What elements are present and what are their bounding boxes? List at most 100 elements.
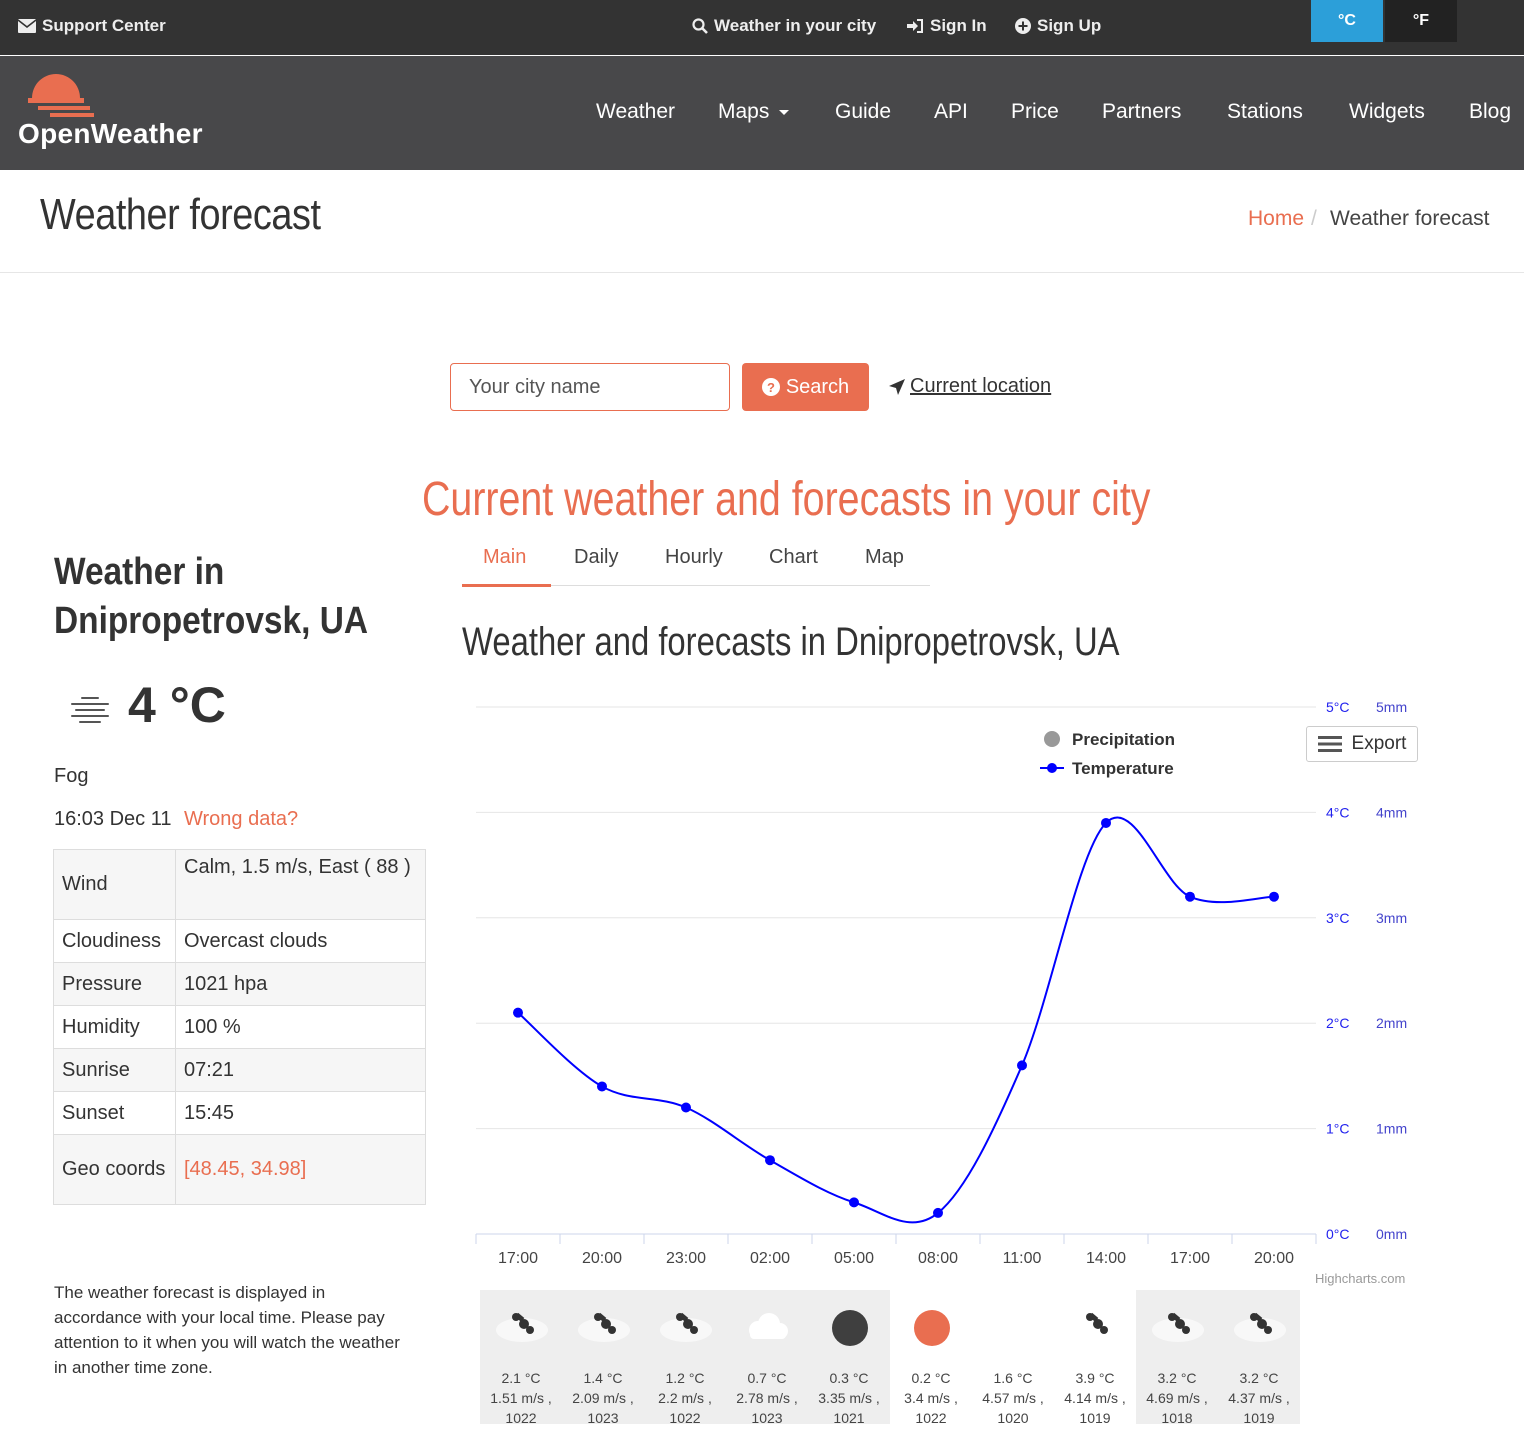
table-row: Geo coords [48.45, 34.98] xyxy=(53,1134,426,1205)
row-label: Sunrise xyxy=(53,1048,176,1092)
export-label: Export xyxy=(1351,733,1407,754)
nav-partners[interactable]: Partners xyxy=(1102,100,1181,124)
export-button[interactable]: Export xyxy=(1306,726,1418,762)
row-value: 15:45 xyxy=(175,1091,426,1135)
openweather-logo-icon[interactable] xyxy=(28,70,98,122)
caret-down-icon xyxy=(779,109,790,115)
table-row: Sunrise 07:21 xyxy=(53,1048,426,1092)
forecast-cell-temp: 1.4 °C xyxy=(583,1370,623,1386)
tab-map[interactable]: Map xyxy=(865,546,904,569)
forecast-cell-temp: 0.7 °C xyxy=(747,1370,787,1386)
search-button-label: Search xyxy=(785,375,850,398)
forecast-cell-temp: 0.2 °C xyxy=(911,1370,951,1386)
unit-celsius-button[interactable]: °C xyxy=(1311,0,1383,42)
nav-maps-label: Maps xyxy=(718,100,770,123)
breadcrumb-home[interactable]: Home xyxy=(1248,207,1304,231)
nav-api[interactable]: API xyxy=(934,100,968,124)
snow-icon xyxy=(1136,1290,1218,1363)
forecast-cell-wind: 4.37 m/s , xyxy=(1228,1390,1290,1406)
forecast-cell-pressure: 1019 xyxy=(1079,1410,1111,1426)
forecast-cell-wind: 1.51 m/s , xyxy=(490,1390,552,1406)
nav-widgets[interactable]: Widgets xyxy=(1349,100,1425,124)
nav-maps[interactable]: Maps xyxy=(718,100,790,124)
logo-text[interactable]: OpenWeather xyxy=(18,118,203,150)
row-label: Humidity xyxy=(53,1005,176,1049)
tab-daily[interactable]: Daily xyxy=(574,546,618,569)
support-center-link[interactable]: Support Center xyxy=(18,16,166,36)
x-tick-label: 11:00 xyxy=(1003,1250,1042,1267)
snow-icon xyxy=(480,1290,562,1363)
row-label: Pressure xyxy=(53,962,176,1006)
sign-up-label: Sign Up xyxy=(1037,16,1102,35)
tab-chart[interactable]: Chart xyxy=(769,546,818,569)
legend-precipitation-label: Precipitation xyxy=(1072,730,1175,749)
highcharts-credit[interactable]: Highcharts.com xyxy=(1315,1271,1405,1286)
forecast-cell-text: 3.2 °C 4.37 m/s , 1019 xyxy=(1218,1368,1300,1428)
y-tick-precip: 3mm xyxy=(1376,910,1407,926)
city-title-line2: Dnipropetrovsk, UA xyxy=(54,600,369,642)
top-bar: Support Center Weather in your city Sign… xyxy=(0,0,1524,55)
forecast-cell: 1.6 °C 4.57 m/s , 1020 xyxy=(972,1290,1054,1426)
legend-temperature-label: Temperature xyxy=(1072,759,1174,778)
forecast-cell-wind: 2.2 m/s , xyxy=(658,1390,712,1406)
y-tick-temp: 3°C xyxy=(1326,910,1350,926)
forecast-cell-pressure: 1023 xyxy=(587,1410,619,1426)
weather-in-city-link[interactable]: Weather in your city xyxy=(692,16,876,36)
y-tick-temp: 4°C xyxy=(1326,804,1350,820)
legend-temperature-symbol xyxy=(1047,763,1057,773)
city-search-input[interactable] xyxy=(450,363,730,411)
current-temperature: 4 °C xyxy=(128,677,226,733)
forecast-cell-wind: 3.35 m/s , xyxy=(818,1390,880,1406)
forecast-cell: 0.3 °C 3.35 m/s , 1021 xyxy=(808,1290,890,1426)
nav-guide[interactable]: Guide xyxy=(835,100,891,124)
current-location-link[interactable]: Current location xyxy=(888,375,1051,398)
forecast-cell-pressure: 1019 xyxy=(1243,1410,1275,1426)
temperature-line xyxy=(517,816,1275,1224)
forecast-cell: 0.2 °C 3.4 m/s , 1022 xyxy=(890,1290,972,1426)
search-button[interactable]: ? Search xyxy=(742,363,869,411)
nav-blog[interactable]: Blog xyxy=(1469,100,1511,124)
sign-in-link[interactable]: Sign In xyxy=(907,16,987,36)
forecast-cell-text: 1.6 °C 4.57 m/s , 1020 xyxy=(972,1368,1054,1428)
row-value: Overcast clouds xyxy=(175,919,426,963)
nav-price[interactable]: Price xyxy=(1011,100,1059,124)
x-tick-label: 20:00 xyxy=(582,1250,622,1267)
envelope-icon xyxy=(18,19,36,33)
forecast-cell-pressure: 1022 xyxy=(505,1410,537,1426)
forecast-cell-pressure: 1022 xyxy=(669,1410,701,1426)
cloud-icon xyxy=(972,1290,1054,1363)
forecast-cell: 3.9 °C 4.14 m/s , 1019 xyxy=(1054,1290,1136,1426)
fog-icon xyxy=(71,697,109,723)
row-label: Sunset xyxy=(53,1091,176,1135)
forecast-cell-text: 0.2 °C 3.4 m/s , 1022 xyxy=(890,1368,972,1428)
table-row: Sunset 15:45 xyxy=(53,1091,426,1135)
forecast-cell: 2.1 °C 1.51 m/s , 1022 xyxy=(480,1290,562,1426)
row-value: Calm, 1.5 m/s, East ( 88 ) xyxy=(175,849,426,920)
geo-coords-link[interactable]: [48.45, 34.98] xyxy=(175,1134,426,1205)
unit-fahrenheit-label: °F xyxy=(1412,12,1430,29)
temperature-point xyxy=(1185,891,1195,902)
timezone-note: The weather forecast is displayed in acc… xyxy=(54,1283,400,1377)
forecast-cell-wind: 2.09 m/s , xyxy=(572,1390,634,1406)
sun-icon xyxy=(890,1290,972,1363)
forecast-cell-wind: 4.69 m/s , xyxy=(1146,1390,1208,1406)
forecast-cell-temp: 0.3 °C xyxy=(829,1370,869,1386)
forecast-cell-temp: 1.2 °C xyxy=(665,1370,705,1386)
nav-stations[interactable]: Stations xyxy=(1227,100,1303,124)
forecast-title: Weather and forecasts in Dnipropetrovsk,… xyxy=(462,620,1120,664)
tab-hourly[interactable]: Hourly xyxy=(665,546,723,569)
x-tick-label: 14:00 xyxy=(1086,1250,1126,1267)
snow-icon xyxy=(562,1290,644,1363)
nav-weather[interactable]: Weather xyxy=(596,100,675,124)
city-title-line1: Weather in xyxy=(54,551,225,593)
current-location-label: Current location xyxy=(910,375,1052,397)
forecast-cell-pressure: 1023 xyxy=(751,1410,783,1426)
unit-fahrenheit-button[interactable]: °F xyxy=(1385,0,1457,42)
wrong-data-link[interactable]: Wrong data? xyxy=(184,808,298,831)
y-tick-temp: 2°C xyxy=(1326,1015,1350,1031)
sign-up-link[interactable]: Sign Up xyxy=(1015,16,1101,36)
table-row: Pressure 1021 hpa xyxy=(53,962,426,1006)
row-label: Geo coords xyxy=(53,1134,176,1205)
tab-main[interactable]: Main xyxy=(483,546,526,569)
row-value: 1021 hpa xyxy=(175,962,426,1006)
